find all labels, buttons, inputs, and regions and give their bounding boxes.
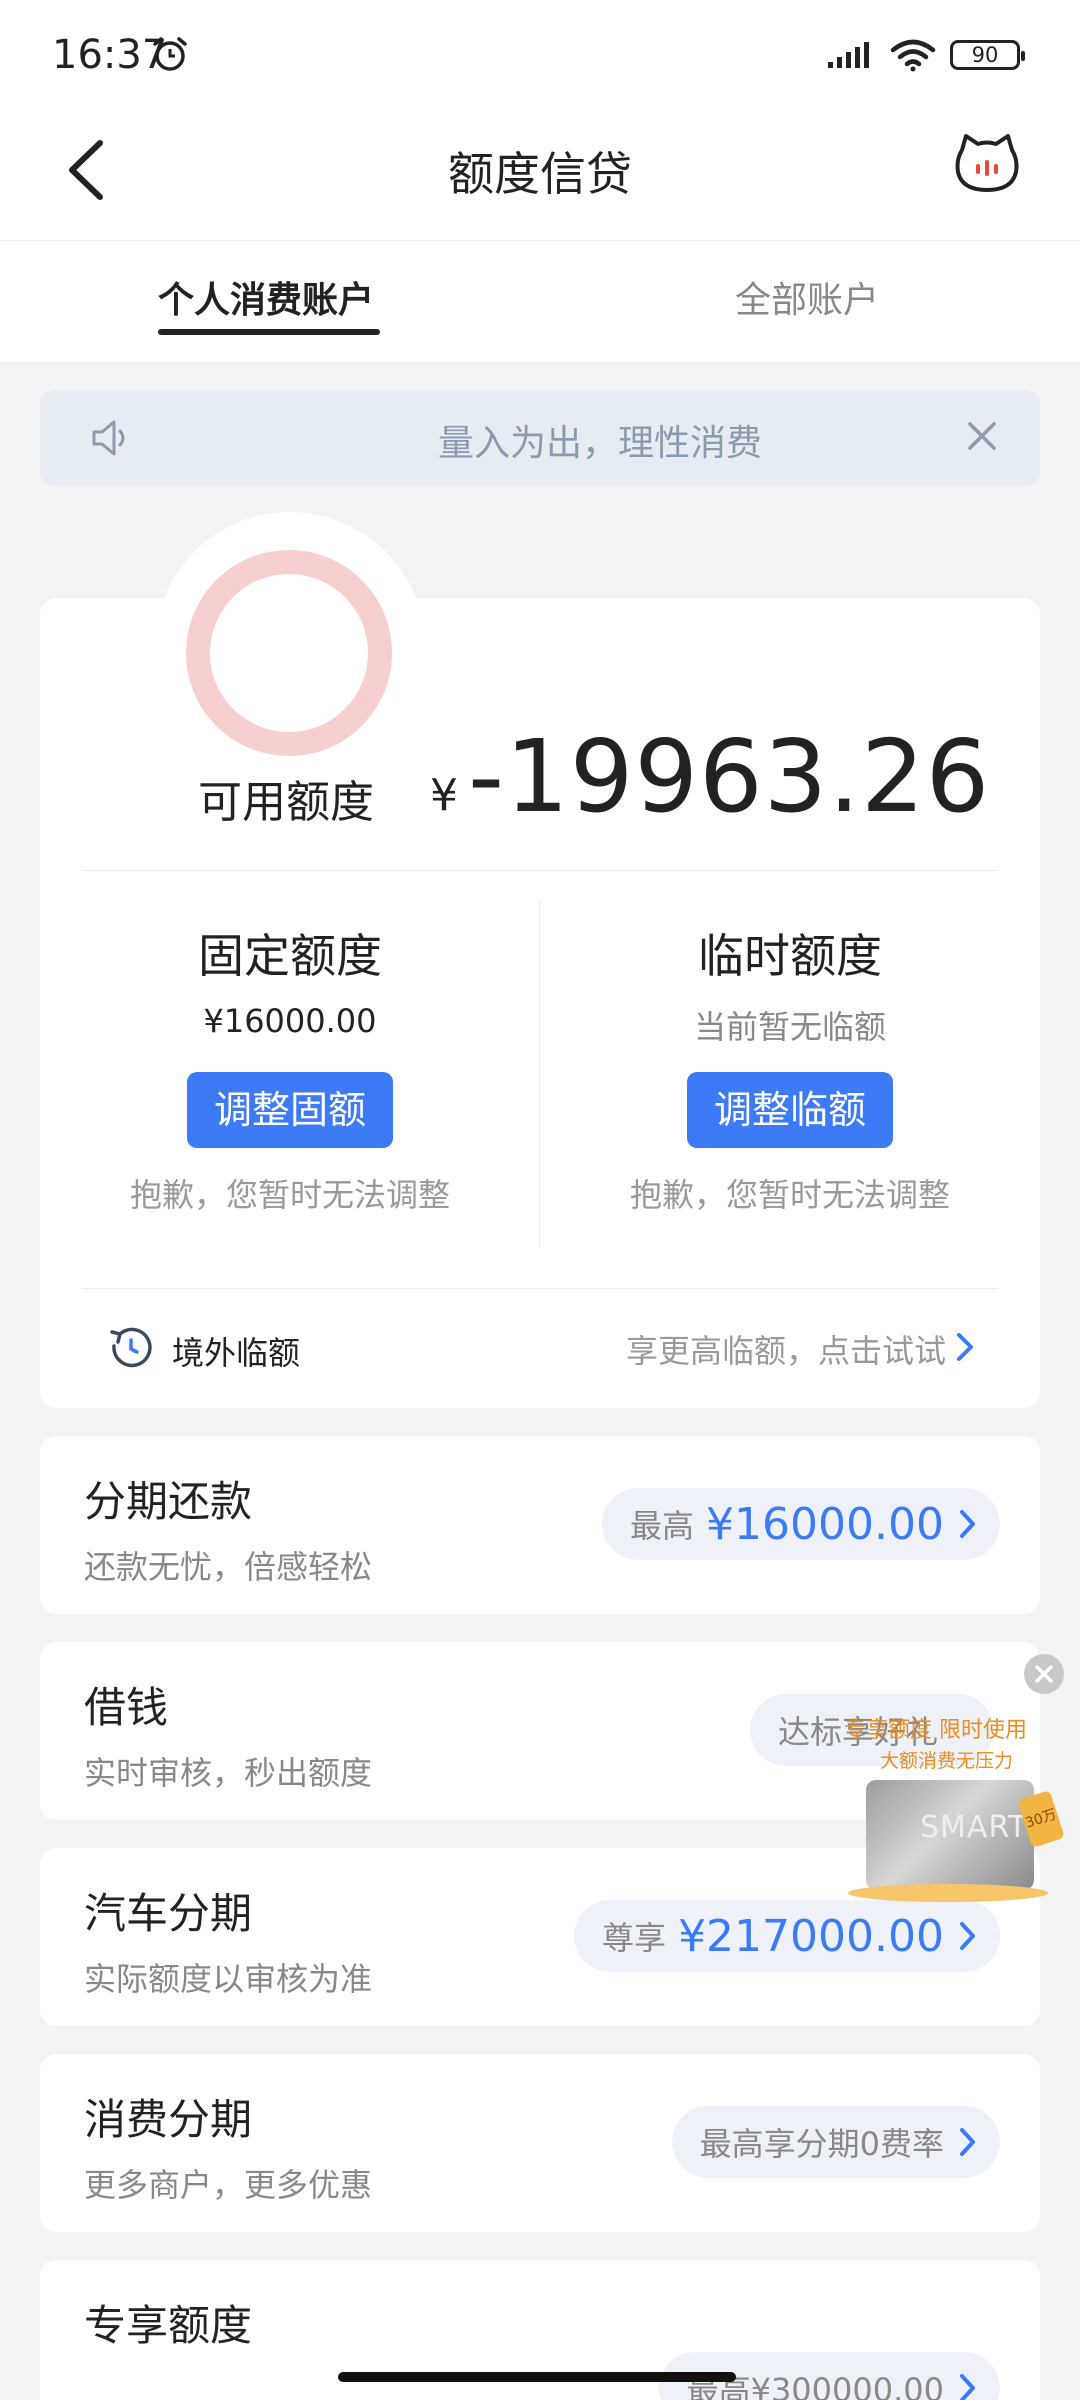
tab-underline	[158, 329, 380, 335]
pill-amount: ¥16000.00	[706, 1498, 944, 1550]
zero-fee-pill[interactable]: 最高享分期0费率	[671, 2106, 1000, 2178]
divider	[539, 900, 540, 1248]
temp-credit-section: 临时额度 当前暂无临额 调整临额 抱歉，您暂时无法调整	[560, 920, 1020, 1216]
home-indicator[interactable]	[338, 2372, 736, 2382]
nav-bar: 额度信贷	[0, 110, 1080, 240]
cat-assistant-icon[interactable]	[954, 130, 1020, 196]
fixed-credit-note: 抱歉，您暂时无法调整	[129, 1176, 450, 1214]
floating-ad[interactable]: 专享额度 限时使用 大额消费无压力 SMART 30万	[836, 1646, 1065, 1916]
temp-credit-value: 当前暂无临额	[693, 1008, 886, 1046]
credit-card-image: SMART	[866, 1780, 1034, 1890]
status-bar: 16:37 90	[0, 0, 1080, 110]
signal-icon	[828, 42, 869, 68]
max-amount-pill[interactable]: 最高 ¥16000.00	[602, 1488, 1000, 1560]
row-title: 借钱	[84, 1683, 169, 1732]
fixed-credit-section: 固定额度 ¥16000.00 调整固额 抱歉，您暂时无法调整	[60, 920, 520, 1216]
ad-title: 专享额度 限时使用	[844, 1718, 1027, 1743]
tab-all-accounts[interactable]: 全部账户	[735, 271, 879, 323]
list-item-consumer-installment[interactable]: 消费分期 更多商户，更多优惠 最高享分期0费率	[40, 2054, 1040, 2232]
battery-icon: 90	[950, 40, 1025, 70]
row-title: 分期还款	[84, 1477, 253, 1526]
temp-credit-title: 临时额度	[698, 929, 882, 983]
temp-credit-note: 抱歉，您暂时无法调整	[629, 1176, 950, 1214]
available-credit-amount: -19963.26	[468, 718, 991, 835]
adjust-fixed-credit-button[interactable]: 调整固额	[187, 1072, 393, 1148]
pill-prefix: 尊享	[602, 1919, 667, 1957]
chevron-right-icon	[960, 2374, 975, 2400]
chevron-right-icon	[960, 2128, 975, 2156]
chevron-right-icon[interactable]	[954, 1330, 976, 1364]
row-title: 汽车分期	[84, 1889, 253, 1938]
notice-bar: 量入为出，理性消费	[40, 390, 1040, 486]
ad-subtitle: 大额消费无压力	[880, 1750, 1014, 1772]
account-tabs: 个人消费账户 全部账户	[0, 240, 1080, 362]
adjust-temp-credit-button[interactable]: 调整临额	[687, 1072, 893, 1148]
alarm-icon	[153, 37, 187, 71]
close-icon[interactable]	[1024, 1654, 1064, 1694]
chevron-right-icon	[960, 1510, 975, 1538]
list-item-installment-repayment[interactable]: 分期还款 还款无忧，倍感轻松 最高 ¥16000.00	[40, 1436, 1040, 1614]
row-title: 专享额度	[84, 2301, 253, 2350]
card-brand-text: SMART	[920, 1810, 1028, 1845]
battery-level: 90	[971, 43, 999, 67]
tab-personal-account[interactable]: 个人消费账户	[158, 271, 374, 323]
currency-symbol: ¥	[430, 770, 458, 821]
credit-ring	[186, 550, 392, 756]
pill-text: 最高享分期0费率	[699, 2125, 944, 2163]
row-subtitle: 还款无忧，倍感轻松	[84, 1548, 373, 1586]
row-subtitle: 更多商户，更多优惠	[84, 2166, 373, 2204]
overseas-credit-promo[interactable]: 享更高临额，点击试试	[626, 1326, 946, 1372]
notice-text: 量入为出，理性消费	[437, 423, 762, 464]
chevron-right-icon	[960, 1922, 975, 1950]
pill-amount: ¥217000.00	[678, 1910, 944, 1962]
row-subtitle: 实际额度以审核为准	[84, 1960, 373, 1998]
available-credit-label: 可用额度	[198, 777, 374, 828]
wifi-icon	[890, 39, 936, 72]
pill-prefix: 最高	[630, 1507, 695, 1545]
ad-pedestal	[848, 1884, 1048, 1902]
status-indicators: 90	[826, 38, 1025, 72]
overseas-credit-label[interactable]: 境外临额	[172, 1328, 300, 1374]
close-icon[interactable]	[962, 416, 1002, 456]
divider	[82, 870, 998, 871]
row-title: 消费分期	[84, 2095, 253, 2144]
page-title: 额度信贷	[448, 147, 632, 201]
fixed-credit-value: ¥16000.00	[203, 1002, 377, 1040]
divider	[82, 1288, 998, 1289]
pill-text: 最高¥300000.00	[686, 2371, 944, 2400]
refresh-clock-icon	[110, 1327, 152, 1368]
row-subtitle: 实时审核，秒出额度	[84, 1754, 373, 1792]
fixed-credit-title: 固定额度	[198, 929, 382, 983]
